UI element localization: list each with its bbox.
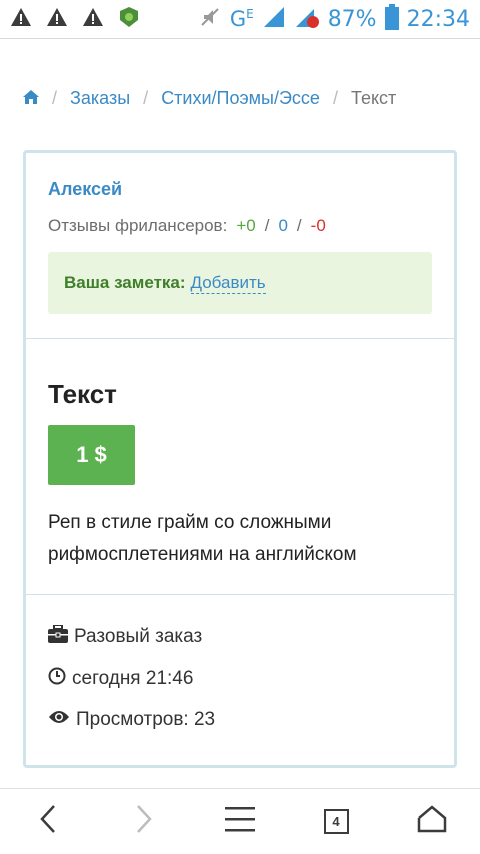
- warning-icon: [82, 7, 104, 32]
- battery-percent: 87%: [327, 6, 377, 32]
- reviews-line: Отзывы фрилансеров: +0 / 0 / -0: [48, 216, 326, 236]
- briefcase-icon: [48, 624, 74, 649]
- warning-icon: [10, 7, 32, 32]
- breadcrumb-current: Текст: [350, 88, 397, 108]
- signal-alert-icon: [294, 5, 320, 34]
- status-bar: GE 87% 22:34: [0, 0, 480, 38]
- order-title: Текст: [48, 379, 117, 409]
- order-type-text: Разовый заказ: [74, 626, 203, 647]
- network-type: GE: [229, 7, 254, 31]
- back-button[interactable]: [24, 801, 72, 841]
- battery-icon: [384, 3, 399, 35]
- order-details-section: Текст 1 $ Реп в стиле грайм со сложными …: [26, 339, 454, 595]
- reviews-separator: /: [296, 216, 302, 235]
- tabs-count-icon: 4: [323, 808, 349, 834]
- browser-nav-bar: 4: [0, 788, 480, 854]
- menu-button[interactable]: [216, 801, 264, 841]
- home-button[interactable]: [408, 801, 456, 841]
- views-text: Просмотров: 23: [76, 709, 216, 730]
- home-icon[interactable]: [23, 88, 39, 109]
- price-badge: 1 $: [48, 425, 135, 485]
- order-meta-section: Разовый заказ сегодня 21:46 Просмотров: …: [26, 595, 454, 765]
- chevron-left-icon: [40, 804, 56, 839]
- forward-button[interactable]: [120, 801, 168, 841]
- tabs-count: 4: [332, 813, 340, 829]
- order-card: Алексей Отзывы фрилансеров: +0 / 0 / -0 …: [23, 150, 457, 768]
- eye-icon: [48, 709, 76, 731]
- reviews-negative[interactable]: -0: [311, 216, 326, 236]
- status-divider: [0, 38, 480, 39]
- add-note-link[interactable]: Добавить: [190, 273, 266, 294]
- note-label: Ваша заметка:: [64, 273, 186, 292]
- breadcrumb-separator: /: [143, 88, 149, 108]
- breadcrumb-category[interactable]: Стихи/Поэмы/Эссе: [161, 88, 320, 109]
- views-count: Просмотров: 23: [48, 709, 215, 731]
- clock-icon: [48, 667, 72, 691]
- breadcrumb-orders[interactable]: Заказы: [70, 88, 130, 109]
- posted-time-text: сегодня 21:46: [72, 668, 194, 689]
- reviews-neutral[interactable]: 0: [278, 216, 287, 236]
- note-box: Ваша заметка: Добавить: [48, 252, 432, 314]
- tabs-button[interactable]: 4: [312, 801, 360, 841]
- muted-icon: [198, 5, 222, 34]
- order-description: Реп в стиле грайм со сложными рифмосплет…: [48, 512, 357, 565]
- author-link[interactable]: Алексей: [48, 179, 122, 200]
- breadcrumb-separator: /: [52, 88, 58, 108]
- app-shield-icon: [118, 6, 140, 33]
- breadcrumb-separator: /: [332, 88, 338, 108]
- author-section: Алексей Отзывы фрилансеров: +0 / 0 / -0 …: [26, 153, 454, 339]
- home-outline-icon: [417, 804, 447, 838]
- hamburger-icon: [225, 806, 255, 837]
- posted-time: сегодня 21:46: [48, 667, 193, 691]
- reviews-separator: /: [264, 216, 270, 235]
- breadcrumb: / Заказы / Стихи/Поэмы/Эссе / Текст: [23, 88, 396, 109]
- reviews-positive[interactable]: +0: [236, 216, 255, 236]
- signal-icon: [262, 5, 286, 34]
- reviews-label: Отзывы фрилансеров:: [48, 216, 228, 235]
- warning-icon: [46, 7, 68, 32]
- order-type: Разовый заказ: [48, 624, 203, 649]
- chevron-right-icon: [136, 804, 152, 839]
- clock: 22:34: [406, 6, 470, 32]
